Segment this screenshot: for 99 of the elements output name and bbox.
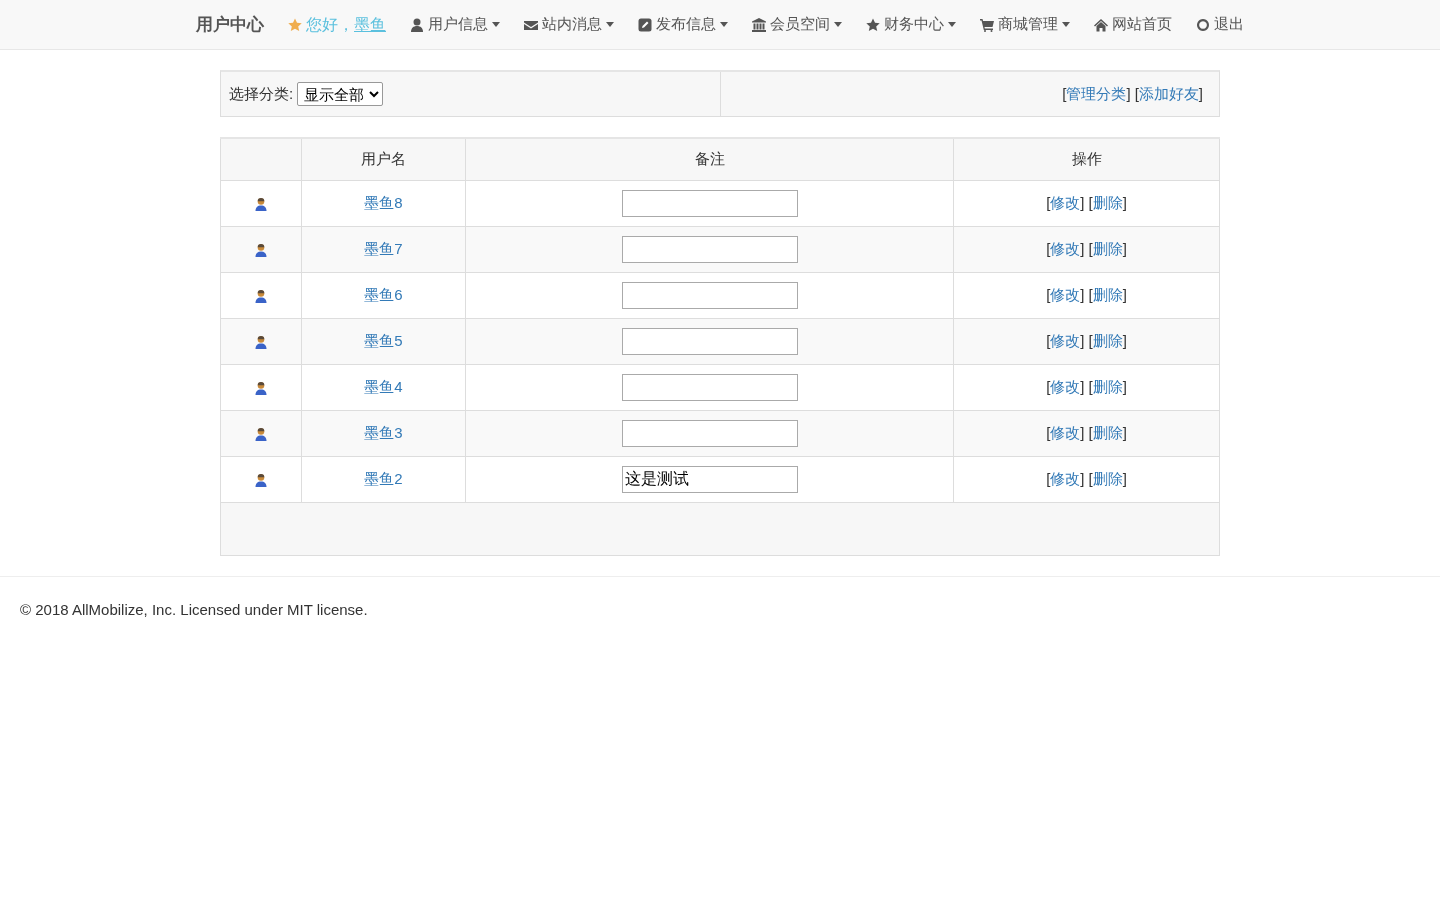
bracket-text: [ [1046, 285, 1051, 303]
action-link[interactable]: 修改 [1050, 239, 1081, 257]
person-icon [410, 17, 424, 32]
bracket-text: [ [1046, 239, 1051, 257]
pencil-square-icon [638, 17, 652, 32]
remark-field[interactable]: 这是测试 [621, 465, 798, 493]
caret-icon [492, 21, 500, 28]
action-link[interactable]: 修改 [1050, 331, 1081, 349]
home-icon [1094, 17, 1108, 32]
nav-menu-item[interactable]: 财务中心 [866, 13, 956, 36]
nav-menu-item[interactable]: 用户信息 [410, 13, 500, 36]
remark-field[interactable] [621, 419, 798, 447]
username-link[interactable]: 墨鱼2 [364, 469, 403, 487]
action-link[interactable]: 修改 [1050, 285, 1081, 303]
action-link[interactable]: 删除 [1092, 469, 1123, 487]
bracket-text: ] [1198, 84, 1203, 102]
star-icon [288, 17, 302, 32]
category-select[interactable]: 显示全部 [297, 82, 384, 106]
user-avatar-icon [255, 196, 267, 211]
column-header: 操作 [953, 138, 1220, 180]
bracket-text: [ [1046, 331, 1051, 349]
bracket-text: ] [1122, 239, 1127, 257]
caret-icon [720, 21, 728, 28]
bracket-text: [ [1088, 377, 1093, 395]
caret-icon [1062, 21, 1070, 28]
caret-icon [948, 21, 956, 28]
power-icon [1196, 17, 1210, 32]
user-avatar-icon [255, 334, 267, 349]
bracket-text: ] [1080, 239, 1085, 257]
action-link[interactable]: 删除 [1092, 377, 1123, 395]
caret-icon [834, 21, 842, 28]
bracket-text: ] [1080, 285, 1085, 303]
user-avatar-icon [255, 242, 267, 257]
action-link[interactable]: 删除 [1092, 193, 1123, 211]
nav-menu-item[interactable]: 网站首页 [1094, 13, 1172, 36]
bracket-text: [ [1088, 469, 1093, 487]
bracket-text: ] [1080, 423, 1085, 441]
column-header: 备注 [465, 138, 954, 180]
nav-menu-item[interactable]: 站内消息 [524, 13, 614, 36]
action-link[interactable]: 修改 [1050, 469, 1081, 487]
nav-menu-item[interactable]: 发布信息 [638, 13, 728, 36]
bracket-text: [ [1088, 239, 1093, 257]
action-link[interactable]: 删除 [1092, 331, 1123, 349]
remark-field[interactable] [621, 281, 798, 309]
caret-icon [606, 21, 614, 28]
nav-menu-item[interactable]: 会员空间 [752, 13, 842, 36]
star-icon [866, 17, 880, 32]
bracket-text: ] [1080, 377, 1085, 395]
username-link[interactable]: 墨鱼8 [364, 193, 403, 211]
bracket-text: [ [1046, 423, 1051, 441]
bracket-text: ] [1080, 193, 1085, 211]
bracket-text: [ [1046, 469, 1051, 487]
username-link[interactable]: 墨鱼4 [364, 377, 403, 395]
bracket-text: ] [1122, 469, 1127, 487]
action-link[interactable]: 删除 [1092, 423, 1123, 441]
user-avatar-icon [255, 380, 267, 395]
action-link[interactable]: 修改 [1050, 377, 1081, 395]
bracket-text: [ [1088, 423, 1093, 441]
filter-label: 选择分类: [229, 83, 294, 104]
user-avatar-icon [255, 288, 267, 303]
bracket-text: ] [1122, 423, 1127, 441]
username-link[interactable]: 墨鱼3 [364, 423, 403, 441]
bracket-text: [ [1062, 84, 1067, 102]
column-header: 用户名 [301, 138, 466, 180]
bracket-text: ] [1122, 331, 1127, 349]
user-avatar-icon [255, 426, 267, 441]
bracket-text: [ [1088, 285, 1093, 303]
action-link[interactable]: 删除 [1092, 239, 1123, 257]
bank-building-icon [752, 17, 766, 32]
username-link[interactable]: 墨鱼5 [364, 331, 403, 349]
bracket-text: [ [1046, 377, 1051, 395]
bracket-text: ] [1122, 193, 1127, 211]
nav-menu-item[interactable]: 商城管理 [980, 13, 1070, 36]
username-link[interactable]: 墨鱼6 [364, 285, 403, 303]
bracket-text: ] [1122, 285, 1127, 303]
bracket-text: ] [1122, 377, 1127, 395]
cart-icon [980, 17, 994, 32]
greeting-text: 您好，墨鱼 [306, 14, 386, 35]
bracket-text: ] [1080, 469, 1085, 487]
remark-field[interactable] [621, 327, 798, 355]
action-link[interactable]: 修改 [1050, 193, 1081, 211]
action-link[interactable]: 删除 [1092, 285, 1123, 303]
action-link[interactable]: 管理分类 [1066, 84, 1127, 102]
action-link[interactable]: 修改 [1050, 423, 1081, 441]
bracket-text: ] [1080, 331, 1085, 349]
action-link[interactable]: 添加好友 [1138, 84, 1199, 102]
brand-title: 用户中心 [196, 13, 264, 36]
bracket-text: [ [1134, 84, 1139, 102]
nav-menu-item[interactable]: 退出 [1196, 13, 1244, 36]
bracket-text: [ [1046, 193, 1051, 211]
remark-field[interactable] [621, 189, 798, 217]
remark-field[interactable] [621, 235, 798, 263]
bracket-text: [ [1088, 331, 1093, 349]
username-link[interactable]: 墨鱼7 [364, 239, 403, 257]
remark-field[interactable] [621, 373, 798, 401]
bracket-text: [ [1088, 193, 1093, 211]
copyright-text: © 2018 AllMobilize, Inc. Licensed under MIT license. [19, 599, 369, 620]
bracket-text: ] [1126, 84, 1131, 102]
user-avatar-icon [255, 472, 267, 487]
